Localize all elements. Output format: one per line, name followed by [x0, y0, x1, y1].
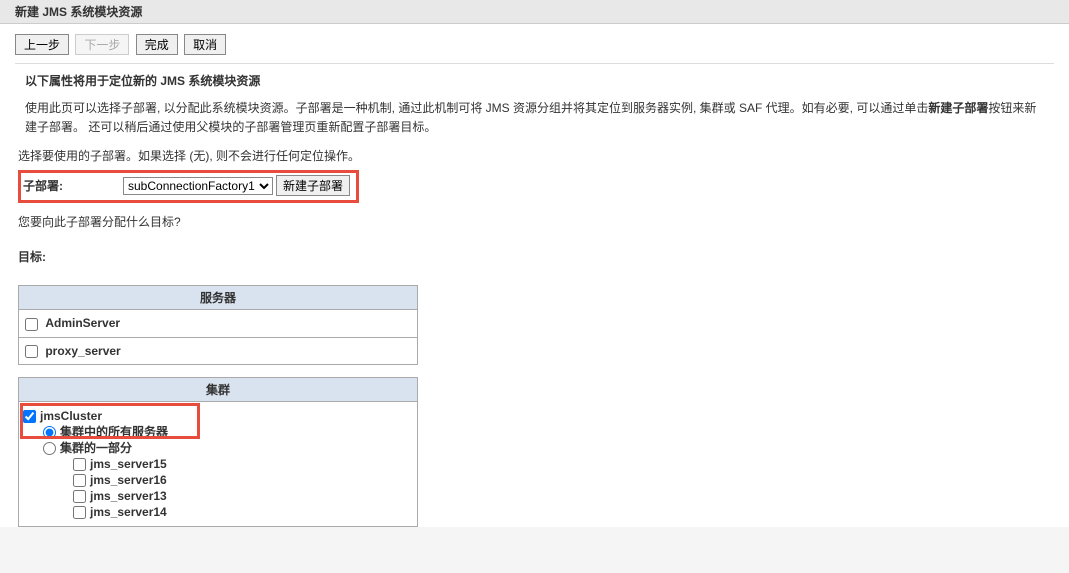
subdeploy-select[interactable]: subConnectionFactory1 — [123, 177, 273, 195]
server-name: proxy_server — [45, 344, 120, 358]
list-item: jms_server15 — [23, 456, 413, 472]
server-item-adminserver[interactable]: AdminServer — [25, 316, 120, 330]
clusters-header: 集群 — [19, 378, 418, 402]
subdeploy-row: 子部署: subConnectionFactory1 新建子部署 — [23, 175, 350, 196]
partial-server-name: jms_server14 — [90, 504, 167, 520]
content-body: 上一步 下一步 完成 取消 以下属性将用于定位新的 JMS 系统模块资源 使用此… — [0, 24, 1069, 527]
subdeploy-highlight: 子部署: subConnectionFactory1 新建子部署 — [18, 170, 359, 203]
radio-partial-row: 集群的一部分 — [23, 440, 413, 456]
back-button[interactable]: 上一步 — [15, 34, 69, 55]
cancel-button[interactable]: 取消 — [184, 34, 226, 55]
partial-server-name: jms_server13 — [90, 488, 167, 504]
partial-server-checkbox[interactable] — [73, 506, 86, 519]
cluster-checkbox[interactable] — [23, 410, 36, 423]
list-item: jms_server16 — [23, 472, 413, 488]
instruction-select: 选择要使用的子部署。如果选择 (无), 则不会进行任何定位操作。 — [0, 147, 1069, 170]
servers-header: 服务器 — [19, 286, 418, 310]
next-button: 下一步 — [75, 34, 129, 55]
servers-table: 服务器 AdminServer proxy_server — [18, 285, 418, 365]
partial-server-name: jms_server16 — [90, 472, 167, 488]
page-description: 使用此页可以选择子部署, 以分配此系统模块资源。子部署是一种机制, 通过此机制可… — [0, 99, 1069, 147]
table-row: jmsCluster 集群中的所有服务器 集群的一部分 jms_server15 — [19, 402, 418, 527]
partial-server-checkbox[interactable] — [73, 474, 86, 487]
page-header: 新建 JMS 系统模块资源 — [0, 0, 1069, 24]
partial-server-name: jms_server15 — [90, 456, 167, 472]
radio-partial-label: 集群的一部分 — [60, 440, 132, 456]
targets-label: 目标: — [0, 248, 1069, 285]
partial-server-checkbox[interactable] — [73, 458, 86, 471]
server-checkbox[interactable] — [25, 345, 38, 358]
new-subdeploy-button[interactable]: 新建子部署 — [276, 175, 350, 196]
partial-server-checkbox[interactable] — [73, 490, 86, 503]
table-row: AdminServer — [19, 310, 418, 337]
description-bold: 新建子部署 — [928, 101, 988, 115]
radio-all-servers[interactable] — [43, 426, 56, 439]
cluster-jmscluster-row: jmsCluster — [23, 408, 413, 424]
radio-all-row: 集群中的所有服务器 — [23, 424, 413, 440]
wizard-buttons: 上一步 下一步 完成 取消 — [0, 30, 1069, 63]
divider — [15, 63, 1054, 64]
cluster-name: jmsCluster — [40, 408, 102, 424]
server-name: AdminServer — [45, 316, 120, 330]
subdeploy-label: 子部署: — [23, 177, 123, 194]
server-item-proxyserver[interactable]: proxy_server — [25, 344, 121, 358]
server-checkbox[interactable] — [25, 318, 38, 331]
table-row: proxy_server — [19, 337, 418, 364]
page-title: 新建 JMS 系统模块资源 — [15, 5, 142, 19]
clusters-table: 集群 jmsCluster 集群中的所有服务器 集群的一部分 — [18, 377, 418, 527]
list-item: jms_server14 — [23, 504, 413, 520]
radio-partial-servers[interactable] — [43, 442, 56, 455]
radio-all-label: 集群中的所有服务器 — [60, 424, 168, 440]
cluster-inner: jmsCluster 集群中的所有服务器 集群的一部分 jms_server15 — [23, 406, 413, 522]
assign-question: 您要向此子部署分配什么目标? — [0, 213, 1069, 248]
description-part1: 使用此页可以选择子部署, 以分配此系统模块资源。子部署是一种机制, 通过此机制可… — [25, 101, 928, 115]
section-heading: 以下属性将用于定位新的 JMS 系统模块资源 — [0, 72, 1069, 99]
list-item: jms_server13 — [23, 488, 413, 504]
finish-button[interactable]: 完成 — [136, 34, 178, 55]
